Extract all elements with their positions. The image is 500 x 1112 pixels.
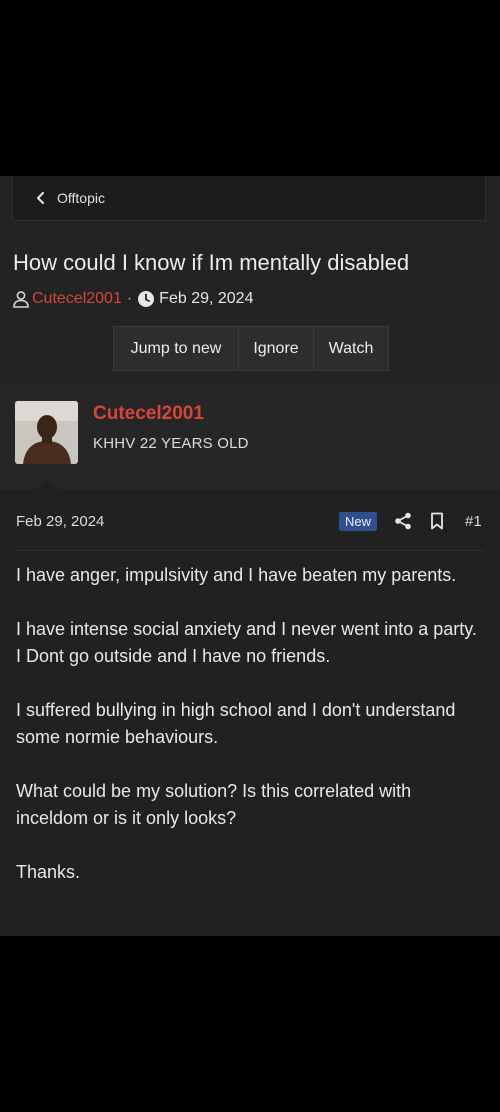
post: Cutecel2001 KHHV 22 YEARS OLD Feb 29, 20…	[0, 384, 500, 936]
post-body: I have anger, impulsivity and I have bea…	[16, 562, 484, 886]
meta-separator: ·	[126, 290, 133, 307]
breadcrumb[interactable]: Offtopic	[12, 176, 486, 221]
breadcrumb-label[interactable]: Offtopic	[57, 190, 105, 206]
post-meta: Feb 29, 2024 New #1	[0, 490, 500, 550]
thread-date[interactable]: Feb 29, 2024	[159, 290, 253, 308]
chevron-left-icon	[31, 188, 51, 208]
user-icon	[12, 290, 30, 308]
ignore-button[interactable]: Ignore	[238, 327, 313, 370]
clock-icon	[137, 290, 155, 308]
post-date[interactable]: Feb 29, 2024	[16, 513, 104, 530]
new-badge: New	[339, 512, 377, 531]
avatar[interactable]	[15, 401, 78, 464]
thread-title: How could I know if Im mentally disabled	[13, 250, 410, 275]
post-paragraph: What could be my solution? Is this corre…	[16, 781, 412, 828]
thread-actions: Jump to new Ignore Watch	[113, 326, 389, 371]
post-paragraph: I have intense social anxiety and I neve…	[16, 619, 477, 666]
poster-user-title: KHHV 22 YEARS OLD	[93, 435, 249, 452]
header-pointer	[35, 478, 59, 490]
watch-button[interactable]: Watch	[313, 327, 388, 370]
thread-meta: Cutecel2001 · Feb 29, 2024	[12, 288, 253, 310]
post-user-header: Cutecel2001 KHHV 22 YEARS OLD	[0, 384, 500, 490]
post-divider	[16, 550, 484, 551]
thread-author-link[interactable]: Cutecel2001	[32, 290, 122, 308]
jump-to-new-button[interactable]: Jump to new	[114, 327, 238, 370]
post-paragraph: Thanks.	[16, 862, 81, 882]
thread-page: Offtopic How could I know if Im mentally…	[0, 176, 500, 936]
poster-username[interactable]: Cutecel2001	[93, 403, 204, 425]
share-icon[interactable]	[394, 512, 412, 530]
post-number-link[interactable]: #1	[465, 513, 482, 530]
bookmark-icon[interactable]	[429, 512, 445, 530]
post-paragraph: I suffered bullying in high school and I…	[16, 700, 456, 747]
post-paragraph: I have anger, impulsivity and I have bea…	[16, 565, 457, 585]
